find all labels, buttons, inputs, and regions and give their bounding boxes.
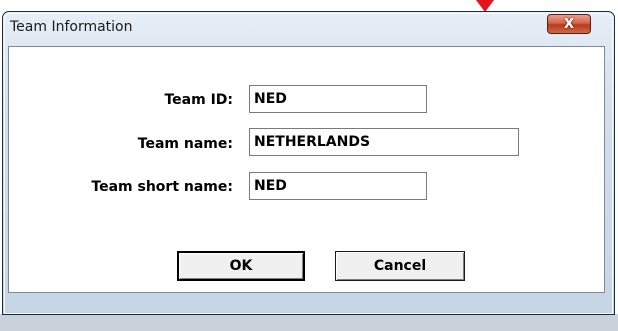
team-id-input[interactable] [249,85,427,113]
cancel-button[interactable]: Cancel [335,251,465,281]
background-window [0,314,618,331]
team-name-label: Team name: [137,136,233,152]
dialog-client-area: Team ID: Team name: Team short name: OK … [8,46,605,293]
team-name-input[interactable] [249,128,519,156]
ok-button[interactable]: OK [177,251,305,281]
close-icon: X [563,16,575,32]
team-short-name-input[interactable] [249,172,427,200]
team-id-label: Team ID: [164,92,233,108]
close-button[interactable]: X [547,14,591,34]
team-short-name-label: Team short name: [91,179,233,195]
dialog-title: Team Information [10,19,133,35]
